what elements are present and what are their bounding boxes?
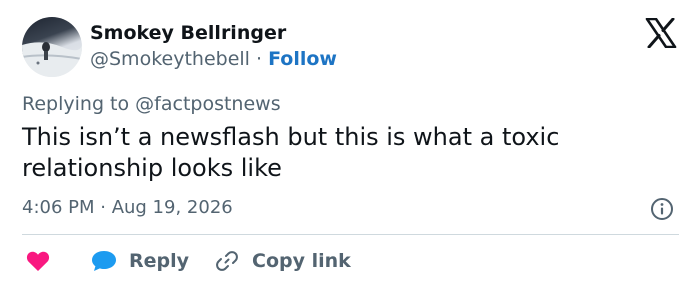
handle-separator: ·: [256, 48, 263, 70]
copy-link-label: Copy link: [252, 250, 351, 272]
tweet-text: This isn’t a newsflash but this is what …: [22, 123, 560, 182]
speech-bubble-icon: [92, 251, 116, 271]
reply-mention[interactable]: @factpostnews: [135, 93, 280, 115]
info-icon[interactable]: [650, 197, 674, 221]
reply-prefix: Replying to: [22, 93, 130, 115]
author-avatar[interactable]: [22, 17, 82, 77]
avatar-image: [22, 42, 82, 77]
author-name[interactable]: Smokey Bellringer: [90, 22, 286, 44]
copy-link-button[interactable]: Copy link: [215, 247, 351, 275]
actions-divider: [22, 234, 679, 235]
reply-context: Replying to @factpostnews: [22, 93, 281, 115]
link-icon: [216, 251, 238, 271]
reply-label: Reply: [129, 250, 190, 272]
x-logo-icon[interactable]: [645, 18, 677, 48]
author-handle[interactable]: @Smokeythebell: [90, 48, 250, 70]
heart-icon[interactable]: [26, 250, 50, 272]
tweet-timestamp[interactable]: 4:06 PM · Aug 19, 2026: [22, 197, 233, 218]
reply-button[interactable]: Reply: [91, 247, 189, 275]
author-handle-row: @Smokeythebell · Follow: [90, 48, 337, 70]
follow-button[interactable]: Follow: [268, 48, 337, 70]
